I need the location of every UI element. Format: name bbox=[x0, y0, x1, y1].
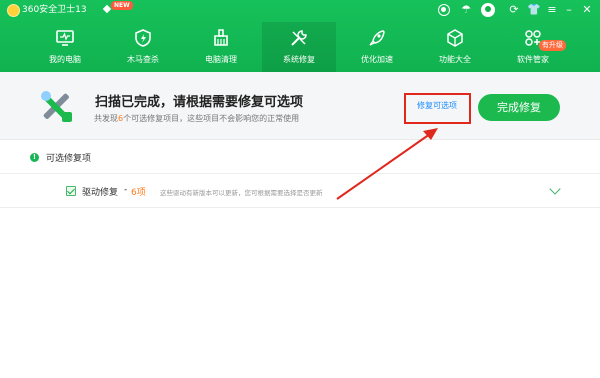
cube-icon bbox=[447, 29, 463, 47]
complete-fix-button[interactable]: 完成修复 bbox=[478, 94, 560, 121]
shield-status-icon[interactable] bbox=[438, 4, 450, 16]
broom-icon bbox=[214, 29, 228, 46]
title-bar: 360安全卫士13 NEW ☂ ⟳ 👕 ≡ – ✕ bbox=[0, 0, 600, 22]
app-title: 360安全卫士13 bbox=[22, 5, 87, 15]
nav-label: 电脑清理 bbox=[205, 55, 237, 64]
row-count: 6项 bbox=[131, 188, 146, 198]
row-description: 这些驱动有新版本可以更新，您可根据需要选择是否更新 bbox=[160, 189, 323, 197]
menu-icon[interactable]: ≡ bbox=[545, 3, 559, 17]
theme-icon[interactable]: ⟳ bbox=[507, 3, 521, 17]
nav-label: 我的电脑 bbox=[49, 55, 81, 64]
close-icon[interactable]: ✕ bbox=[580, 3, 594, 17]
weather-icon[interactable]: ☂ bbox=[459, 3, 473, 17]
nav-label: 功能大全 bbox=[439, 55, 471, 64]
upgrade-badge: 有升级 bbox=[539, 40, 566, 51]
shield-bolt-icon bbox=[135, 29, 151, 47]
nav-item-optimize[interactable]: 优化加速 bbox=[340, 22, 414, 72]
repair-tools-icon bbox=[41, 91, 72, 122]
annotation-highlight-box bbox=[404, 93, 471, 124]
banner-title: 扫描已完成，请根据需要修复可选项 bbox=[95, 95, 304, 110]
new-badge: NEW bbox=[111, 1, 133, 10]
app-logo-icon bbox=[7, 4, 20, 17]
shirt-skin-icon[interactable]: 👕 bbox=[527, 3, 541, 17]
driver-fix-checkbox[interactable] bbox=[66, 186, 76, 196]
nav-item-system-repair[interactable]: 系统修复 bbox=[262, 22, 336, 72]
nav-label: 木马查杀 bbox=[127, 55, 159, 64]
info-icon: ! bbox=[30, 153, 39, 162]
nav-label: 优化加速 bbox=[361, 55, 393, 64]
banner-subtitle: 共发现6个可选修复项目，这些项目不会影响您的正常使用 bbox=[94, 114, 300, 123]
monitor-icon bbox=[56, 30, 74, 46]
section-title: 可选修复项 bbox=[46, 154, 92, 164]
row-separator: - bbox=[124, 185, 128, 195]
nav-item-my-computer[interactable]: 我的电脑 bbox=[28, 22, 102, 72]
nav-item-cleanup[interactable]: 电脑清理 bbox=[184, 22, 258, 72]
row-title: 驱动修复 bbox=[82, 188, 119, 198]
wrench-icon bbox=[291, 30, 307, 46]
app-header: 360安全卫士13 NEW ☂ ⟳ 👕 ≡ – ✕ 我的电脑 木马查杀 电脑清理… bbox=[0, 0, 600, 72]
nav-item-features[interactable]: 功能大全 bbox=[418, 22, 492, 72]
main-nav: 我的电脑 木马查杀 电脑清理 系统修复 优化加速 功能大全 软件管家 bbox=[0, 22, 600, 72]
nav-item-trojan-scan[interactable]: 木马查杀 bbox=[106, 22, 180, 72]
rocket-icon bbox=[369, 30, 385, 46]
nav-label: 系统修复 bbox=[283, 55, 315, 64]
nav-label: 软件管家 bbox=[517, 55, 549, 64]
diamond-icon bbox=[102, 4, 112, 14]
minimize-icon[interactable]: – bbox=[562, 3, 576, 17]
user-avatar-icon[interactable] bbox=[481, 3, 495, 17]
